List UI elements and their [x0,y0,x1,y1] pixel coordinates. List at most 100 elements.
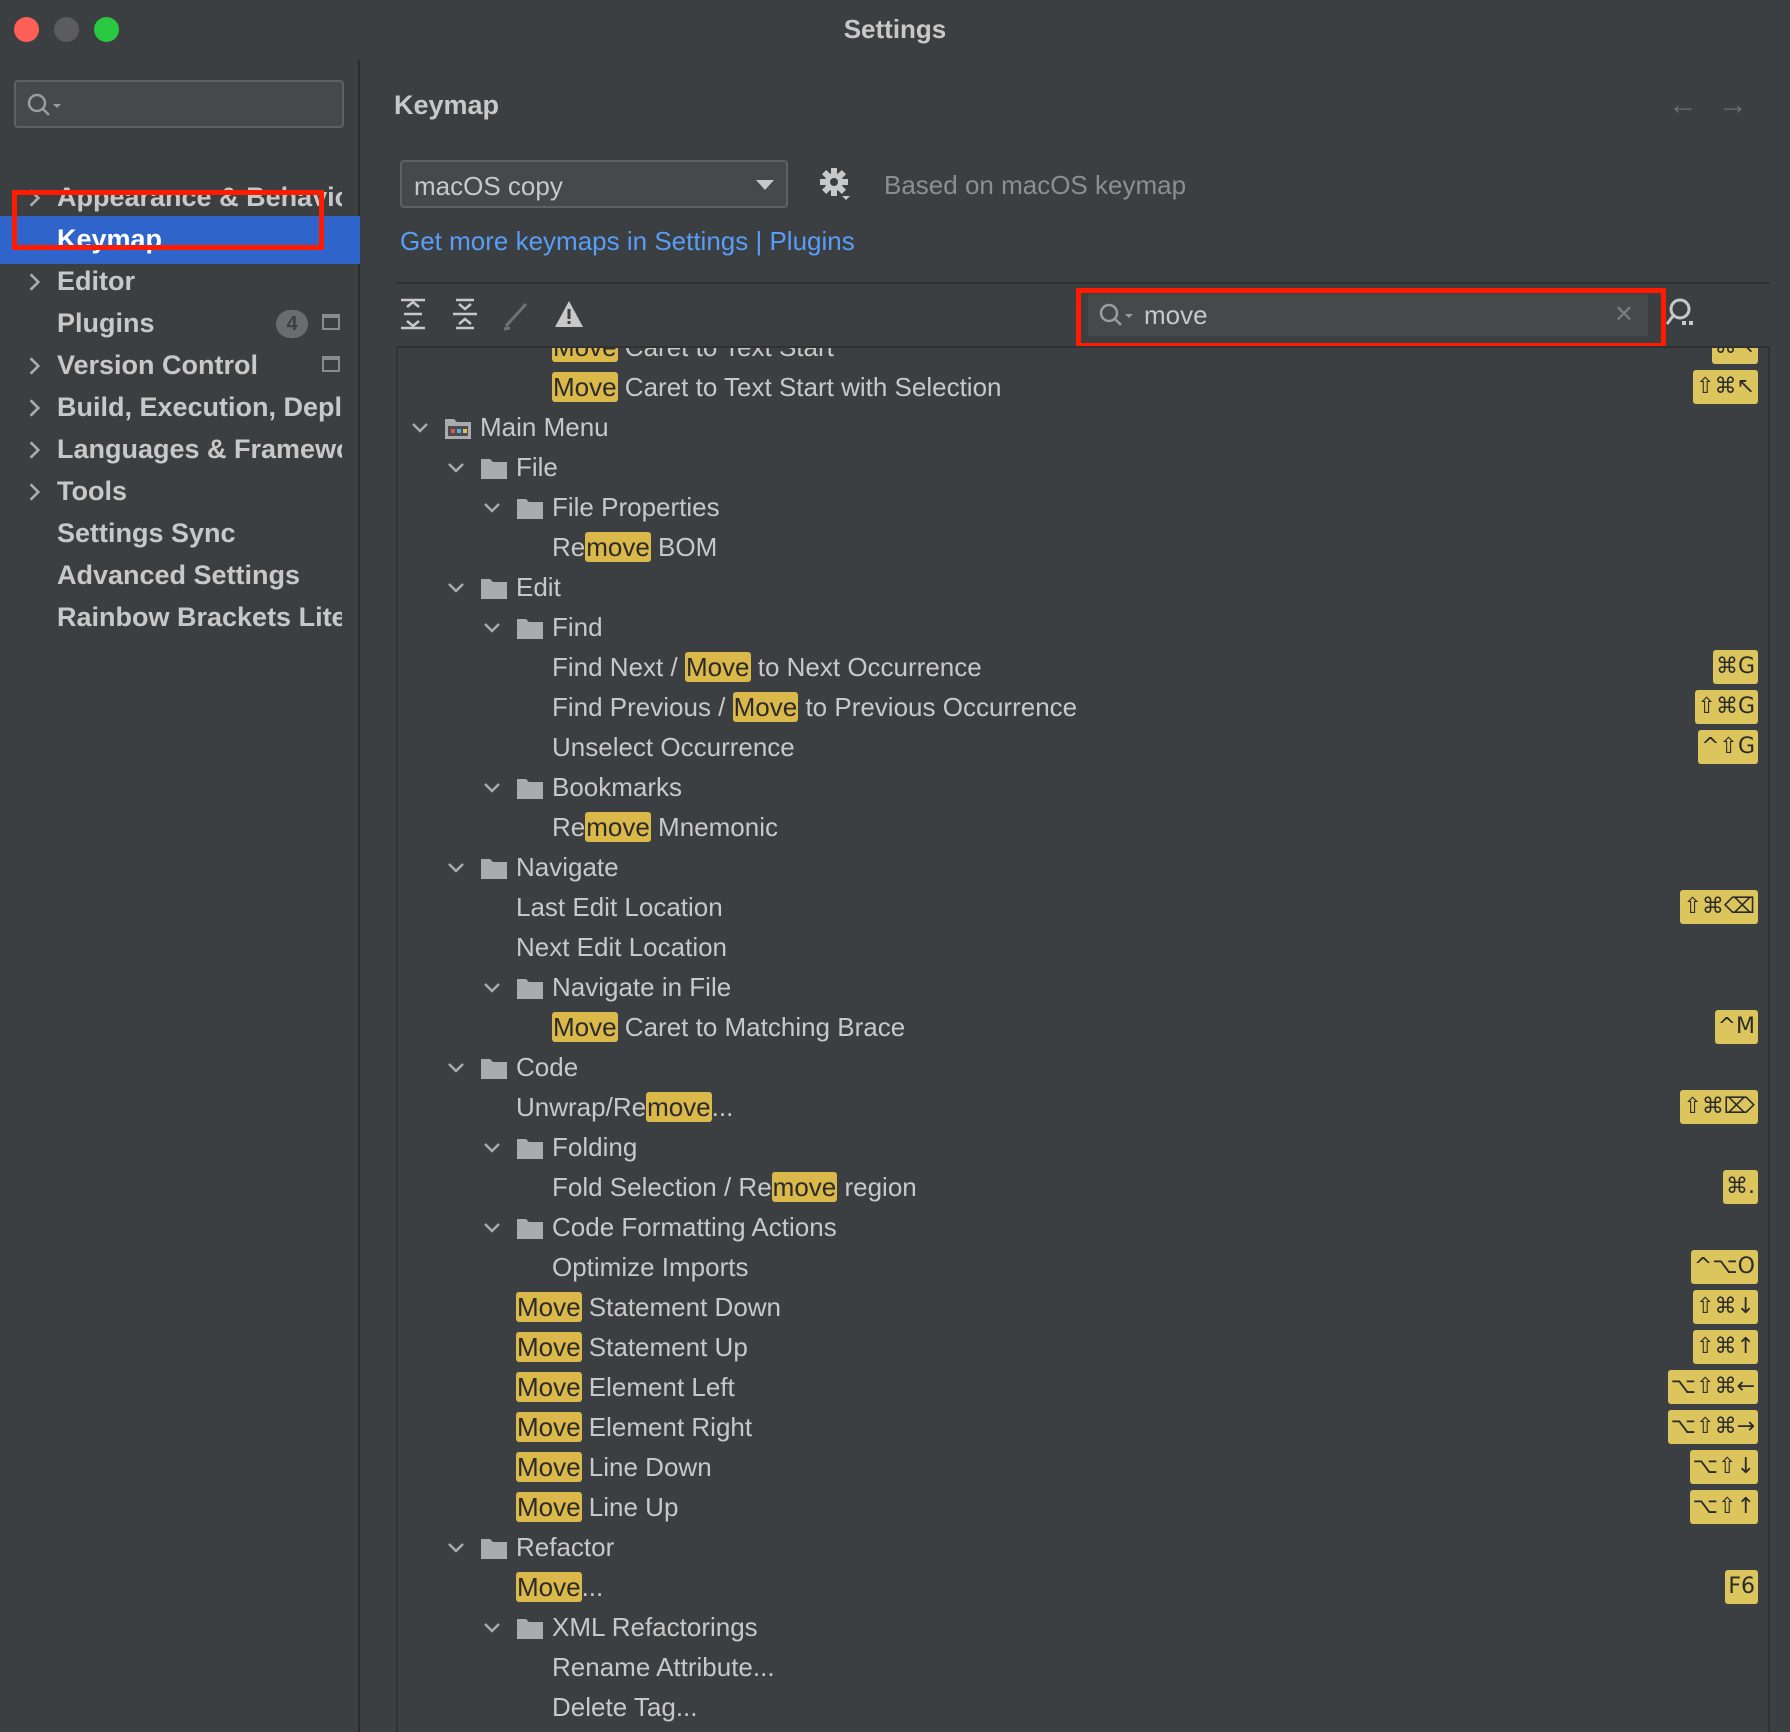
tree-group[interactable]: Folding [398,1128,1768,1168]
keymap-select[interactable]: macOS copy [400,160,788,208]
warning-icon[interactable] [552,296,586,332]
tree-action[interactable]: Unwrap/Remove... ⇧⌘⌦ [398,1088,1768,1128]
chevron-down-icon[interactable] [482,498,502,518]
tree-action[interactable]: Rename Attribute... [398,1648,1768,1688]
title-bar: Settings [0,0,1790,60]
tree-item-label: File [516,452,558,483]
shortcut-badge: F6 [1725,1570,1758,1604]
label-text: Re [552,532,586,562]
chevron-down-icon[interactable] [482,1138,502,1158]
forward-arrow-icon[interactable]: → [1718,88,1768,121]
tree-action[interactable]: Move Element Left ⌥⇧⌘← [398,1368,1768,1408]
folder-icon [481,1059,507,1079]
search-match-highlight: Move [516,1492,582,1522]
sidebar-item-advanced-settings[interactable]: Advanced Settings [0,552,360,600]
tree-action[interactable]: Next Edit Location [398,928,1768,968]
tree-action[interactable]: Move Line Up ⌥⇧↑ [398,1488,1768,1528]
tree-action[interactable]: Find Previous / Move to Previous Occurre… [398,688,1768,728]
tree-action[interactable]: Move Statement Up ⇧⌘↑ [398,1328,1768,1368]
tree-action[interactable]: Move Line Down ⌥⇧↓ [398,1448,1768,1488]
settings-search-input[interactable] [14,80,344,128]
tree-action[interactable]: Move Element Right ⌥⇧⌘→ [398,1408,1768,1448]
chevron-right-icon[interactable] [24,355,46,377]
settings-sidebar: Appearance & Behavior Keymap Editor Plugins… [0,60,360,1732]
history-arrows: ←→ [1668,88,1768,122]
edit-pencil-icon[interactable] [500,296,534,332]
tree-item-label: Last Edit Location [516,892,723,923]
tree-action[interactable]: Optimize Imports ^⌥O [398,1248,1768,1288]
chevron-down-icon[interactable] [482,618,502,638]
search-match-highlight: Move [516,1572,582,1602]
tree-group[interactable]: File [398,448,1768,488]
tree-action[interactable]: Remove BOM [398,528,1768,568]
tree-group[interactable]: File Properties [398,488,1768,528]
tree-group[interactable]: Bookmarks [398,768,1768,808]
tree-group[interactable]: Code [398,1048,1768,1088]
get-more-keymaps-link[interactable]: Get more keymaps in Settings | Plugins [400,226,855,257]
label-text: Delete Tag... [552,1692,698,1722]
tree-item-label: Move Caret to Matching Brace [552,1012,905,1043]
tree-group[interactable]: Navigate [398,848,1768,888]
tree-action[interactable]: Remove Mnemonic [398,808,1768,848]
chevron-right-icon[interactable] [24,439,46,461]
tree-action[interactable]: Move Statement Down ⇧⌘↓ [398,1288,1768,1328]
chevron-down-icon[interactable] [482,978,502,998]
tree-group[interactable]: Find [398,608,1768,648]
tree-action[interactable]: Fold Selection / Remove region ⌘. [398,1168,1768,1208]
chevron-right-icon[interactable] [24,271,46,293]
tree-action[interactable]: Delete Tag... [398,1688,1768,1728]
chevron-down-icon[interactable] [410,418,430,438]
shortcut-badge: ⌘G [1712,650,1758,684]
chevron-down-icon[interactable] [482,1618,502,1638]
gear-icon[interactable] [818,166,854,202]
shortcut-badge: ^⇧G [1698,730,1758,764]
shortcut-badge: ⌥⇧⌘→ [1667,1410,1758,1444]
chevron-down-icon[interactable] [446,858,466,878]
tree-action[interactable]: Move Caret to Text Start with Selection ⇧… [398,368,1768,408]
shortcut-badge: ⇧⌘↖ [1693,370,1758,404]
tree-group[interactable]: Refactor [398,1528,1768,1568]
collapse-all-icon[interactable] [448,296,482,332]
chevron-down-icon[interactable] [482,778,502,798]
sidebar-item-tools[interactable]: Tools [0,468,360,516]
tree-action[interactable]: Find Next / Move to Next Occurrence ⌘G [398,648,1768,688]
sidebar-item-build-execution-deployment[interactable]: Build, Execution, Deployment [0,384,360,432]
label-text: Element Left [581,1372,735,1402]
label-text: Folding [552,1132,638,1162]
tree-item-label: Bookmarks [552,772,682,803]
tree-action[interactable]: Unselect Occurrence ^⇧G [398,728,1768,768]
sidebar-item-settings-sync[interactable]: Settings Sync [0,510,360,558]
tree-item-label: Find Next / Move to Next Occurrence [552,652,982,683]
tree-group[interactable]: XML Refactorings [398,1608,1768,1648]
back-arrow-icon[interactable]: ← [1668,88,1718,121]
chevron-right-icon[interactable] [24,481,46,503]
tree-group[interactable]: Edit [398,568,1768,608]
label-text: Line Up [581,1492,679,1522]
label-text: region [837,1172,917,1202]
tree-action[interactable]: Move... F6 [398,1568,1768,1608]
chevron-down-icon[interactable] [446,458,466,478]
tree-action[interactable]: Move Caret to Matching Brace ^M [398,1008,1768,1048]
label-text: Next Edit Location [516,932,728,962]
sidebar-item-plugins[interactable]: Plugins 4 [0,300,360,348]
sidebar-item-rainbow-brackets-lite[interactable]: Rainbow Brackets Lite [0,594,360,642]
chevron-down-icon[interactable] [446,578,466,598]
label-text: Unselect Occurrence [552,732,795,762]
sidebar-item-editor[interactable]: Editor [0,258,360,306]
tree-group[interactable]: Main Menu [398,408,1768,448]
sidebar-item-languages-frameworks[interactable]: Languages & Frameworks [0,426,360,474]
label-text: Statement Down [581,1292,782,1322]
expand-all-icon[interactable] [396,296,430,332]
chevron-right-icon[interactable] [24,397,46,419]
tree-action[interactable]: Move Caret to Text Start ⌘↖ [398,348,1768,368]
tree-group[interactable]: Navigate in File [398,968,1768,1008]
keymap-tree[interactable]: Move Caret to Text Start ⌘↖ Move Caret to … [396,346,1770,1732]
tree-group[interactable]: Code Formatting Actions [398,1208,1768,1248]
chevron-down-icon[interactable] [446,1538,466,1558]
tree-action[interactable]: Last Edit Location ⇧⌘⌫ [398,888,1768,928]
find-by-shortcut-icon[interactable] [1662,294,1702,334]
tree-item-label: Edit [516,572,561,603]
chevron-down-icon[interactable] [482,1218,502,1238]
chevron-down-icon[interactable] [446,1058,466,1078]
sidebar-item-version-control[interactable]: Version Control [0,342,360,390]
